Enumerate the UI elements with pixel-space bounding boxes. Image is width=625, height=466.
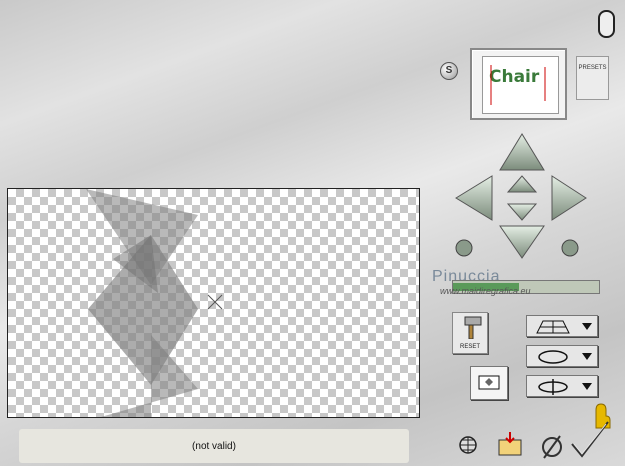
- checkmark-icon[interactable]: [568, 418, 612, 460]
- preview-shapes: [86, 189, 223, 417]
- direction-pad: [455, 133, 587, 259]
- thumbnail-decor: [490, 65, 546, 105]
- chevron-down-icon: [582, 383, 592, 390]
- preset-thumbnail[interactable]: Chair: [470, 48, 567, 120]
- hammer-icon: [464, 316, 482, 340]
- shape-dropdown[interactable]: [526, 345, 598, 367]
- options-toggle[interactable]: [598, 10, 615, 38]
- move-left-icon[interactable]: [455, 175, 493, 221]
- move-down-icon[interactable]: [499, 225, 545, 259]
- grid-globe-icon[interactable]: [458, 435, 478, 455]
- ellipse-icon: [538, 350, 568, 364]
- reset-label: RESET: [459, 344, 480, 350]
- thumbnail-image: Chair: [482, 56, 559, 114]
- reset-button[interactable]: RESET: [452, 312, 488, 354]
- status-bar: (not valid): [19, 429, 409, 463]
- move-right-icon[interactable]: [551, 175, 587, 221]
- chevron-down-icon: [582, 353, 592, 360]
- rotation-dropdown[interactable]: [526, 375, 598, 397]
- rotation-axis-icon: [538, 379, 568, 395]
- watermark-url: www.maidiregrafica.eu: [440, 286, 531, 296]
- move-up-icon[interactable]: [499, 133, 545, 171]
- presets-button[interactable]: PRESETS: [576, 56, 609, 100]
- status-text: (not valid): [192, 440, 236, 452]
- s-button[interactable]: S: [440, 62, 458, 80]
- rotate-left-icon[interactable]: [455, 239, 473, 257]
- folder-open-icon[interactable]: [496, 430, 524, 458]
- rotate-right-icon[interactable]: [561, 239, 579, 257]
- mini-preview-icon: [478, 375, 500, 390]
- center-up-icon[interactable]: [506, 175, 538, 193]
- grid-perspective-icon: [536, 320, 570, 334]
- mini-preview-button[interactable]: [470, 366, 508, 400]
- cancel-icon[interactable]: [540, 434, 564, 460]
- center-down-icon[interactable]: [506, 203, 538, 221]
- preview-canvas[interactable]: [7, 188, 420, 418]
- perspective-dropdown[interactable]: [526, 315, 598, 337]
- chevron-down-icon: [582, 323, 592, 330]
